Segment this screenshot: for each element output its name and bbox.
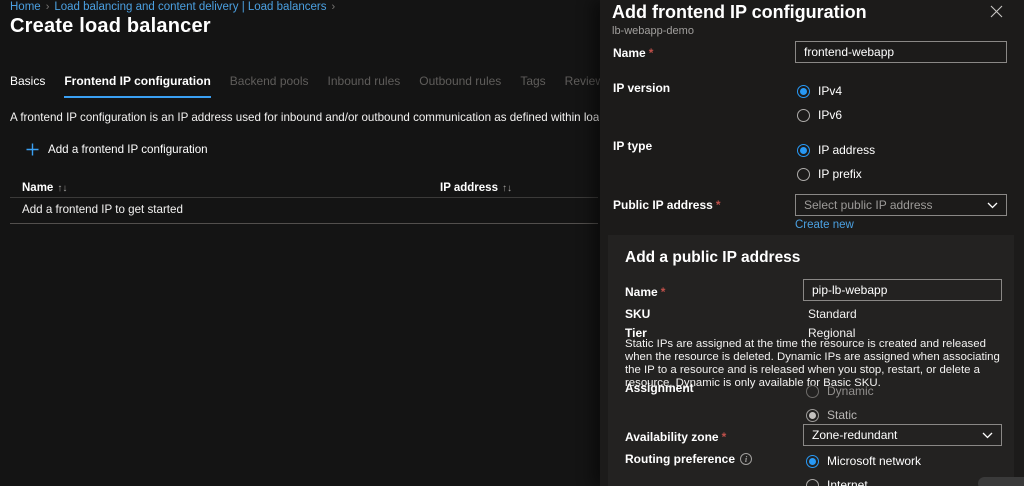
tab-basics[interactable]: Basics — [10, 74, 45, 98]
radio-label: IP prefix — [818, 167, 862, 181]
info-icon[interactable] — [740, 453, 752, 465]
add-frontend-ip-button[interactable]: Add a frontend IP configuration — [26, 143, 208, 156]
breadcrumb: Home › Load balancing and content delivery… — [10, 1, 340, 13]
breadcrumb-separator: › — [332, 1, 336, 13]
card-title: Add a public IP address — [625, 249, 800, 267]
routing-preference-label: Routing preference — [625, 452, 752, 466]
chevron-down-icon — [987, 202, 998, 209]
availability-zone-dropdown[interactable]: Zone-redundant — [803, 424, 1002, 446]
ip-type-label: IP type — [613, 139, 652, 153]
name-field-label: Name* — [613, 46, 653, 60]
radio-selected-icon — [797, 85, 810, 98]
sku-label: SKU — [625, 307, 650, 321]
public-ip-name-input[interactable] — [803, 279, 1002, 301]
frontend-name-input[interactable] — [795, 41, 1007, 63]
close-icon — [990, 5, 1003, 18]
add-frontend-ip-panel: Add frontend IP configuration lb-webapp-… — [600, 0, 1024, 486]
tab-backend-pools[interactable]: Backend pools — [230, 74, 309, 98]
close-panel-button[interactable] — [988, 3, 1004, 19]
required-asterisk: * — [649, 46, 654, 60]
chevron-down-icon — [982, 432, 993, 439]
radio-selected-disabled-icon — [806, 409, 819, 422]
create-load-balancer-page: Home › Load balancing and content delivery… — [0, 0, 600, 486]
tab-outbound-rules[interactable]: Outbound rules — [419, 74, 501, 98]
radio-label: Internet — [827, 478, 868, 486]
radio-label: IPv6 — [818, 108, 842, 122]
dropdown-placeholder: Select public IP address — [804, 198, 987, 212]
public-ip-dropdown[interactable]: Select public IP address — [795, 194, 1007, 216]
tab-frontend-ip-configuration[interactable]: Frontend IP configuration — [64, 74, 210, 98]
more-menu-button[interactable]: ... — [187, 20, 202, 35]
radio-selected-icon — [797, 144, 810, 157]
create-new-link[interactable]: Create new — [795, 219, 854, 231]
breadcrumb-separator: › — [46, 1, 50, 13]
public-ip-label: Public IP address* — [613, 198, 721, 212]
table-empty-row: Add a frontend IP to get started — [22, 203, 183, 216]
sort-arrows-icon: ↑↓ — [57, 183, 67, 194]
scrollbar-thumb[interactable] — [978, 477, 1024, 486]
radio-label: IP address — [818, 143, 875, 157]
required-asterisk: * — [716, 198, 721, 212]
radio-ipv4[interactable]: IPv4 — [797, 84, 842, 98]
radio-unselected-icon — [806, 479, 819, 486]
assignment-label: Assignment — [625, 381, 694, 395]
column-label: IP address — [440, 182, 498, 194]
plus-icon — [26, 143, 39, 156]
availability-zone-label: Availability zone* — [625, 430, 726, 444]
pip-name-label: Name* — [625, 285, 665, 299]
table-row-divider — [10, 223, 598, 224]
column-label: Name — [22, 182, 53, 194]
column-header-name[interactable]: Name ↑↓ — [22, 182, 67, 194]
radio-label: IPv4 — [818, 84, 842, 98]
tab-inbound-rules[interactable]: Inbound rules — [328, 74, 401, 98]
add-frontend-ip-label: Add a frontend IP configuration — [48, 143, 208, 156]
radio-internet[interactable]: Internet — [806, 478, 868, 486]
required-asterisk: * — [722, 430, 727, 444]
azure-portal-screen: Home › Load balancing and content delivery… — [0, 0, 1024, 486]
radio-ipv6[interactable]: IPv6 — [797, 108, 842, 122]
radio-disabled-icon — [806, 385, 819, 398]
radio-static: Static — [806, 408, 857, 422]
tab-tags[interactable]: Tags — [520, 74, 545, 98]
frontend-ip-description: A frontend IP configuration is an IP add… — [10, 111, 599, 124]
radio-unselected-icon — [797, 168, 810, 181]
breadcrumb-home-link[interactable]: Home — [10, 1, 41, 13]
page-title: Create load balancer — [10, 15, 211, 38]
add-public-ip-card: Add a public IP address Name* SKU Standa… — [608, 235, 1014, 486]
table-header-divider — [10, 197, 598, 198]
radio-ip-address[interactable]: IP address — [797, 143, 875, 157]
radio-label: Dynamic — [827, 384, 874, 398]
radio-dynamic: Dynamic — [806, 384, 874, 398]
column-header-ip-address[interactable]: IP address ↑↓ — [440, 182, 512, 194]
required-asterisk: * — [661, 285, 666, 299]
radio-selected-icon — [806, 455, 819, 468]
radio-unselected-icon — [797, 109, 810, 122]
panel-title: Add frontend IP configuration — [612, 2, 867, 23]
wizard-tabs: Basics Frontend IP configuration Backend… — [10, 74, 651, 98]
radio-label: Microsoft network — [827, 454, 921, 468]
radio-microsoft-network[interactable]: Microsoft network — [806, 454, 921, 468]
sort-arrows-icon: ↑↓ — [502, 183, 512, 194]
sku-value: Standard — [808, 307, 857, 321]
breadcrumb-section-link[interactable]: Load balancing and content delivery | Lo… — [54, 1, 326, 13]
ip-version-label: IP version — [613, 81, 670, 95]
panel-subtitle: lb-webapp-demo — [612, 25, 694, 37]
radio-label: Static — [827, 408, 857, 422]
radio-ip-prefix[interactable]: IP prefix — [797, 167, 862, 181]
dropdown-value: Zone-redundant — [812, 428, 982, 442]
